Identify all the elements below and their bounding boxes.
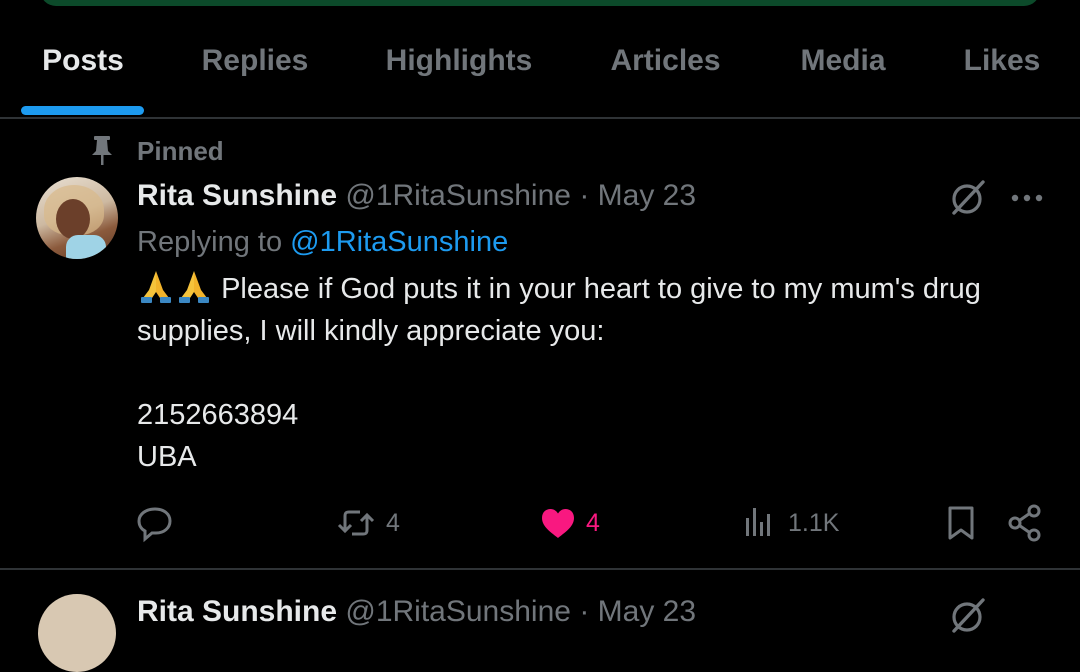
account-number: 2152663894 <box>137 399 299 431</box>
avatar[interactable] <box>36 177 118 259</box>
repost-button[interactable]: 4 <box>336 500 416 546</box>
avatar[interactable] <box>38 594 116 672</box>
views-count: 1.1K <box>788 509 840 537</box>
post-header: Rita Sunshine @1RitaSunshine · May 23 <box>137 592 696 632</box>
tab-highlights[interactable]: Highlights <box>384 38 534 84</box>
tab-media[interactable]: Media <box>796 38 890 84</box>
folded-hands-emoji-icon <box>175 268 213 304</box>
bookmark-button[interactable] <box>944 500 978 546</box>
replying-to-prefix: Replying to <box>137 226 283 258</box>
pin-icon <box>90 136 114 166</box>
pinned-label: Pinned <box>137 136 224 166</box>
post-date[interactable]: May 23 <box>598 179 696 212</box>
display-name[interactable]: Rita Sunshine <box>137 179 337 212</box>
post-text-line: Please if God puts it in your heart to g… <box>137 273 981 347</box>
grok-icon[interactable] <box>948 596 988 636</box>
like-count: 4 <box>586 509 600 537</box>
folded-hands-emoji-icon <box>137 268 175 304</box>
tabs-divider <box>0 117 1080 119</box>
separator-dot: · <box>579 595 590 628</box>
post-header: Rita Sunshine @1RitaSunshine · May 23 <box>137 176 696 216</box>
post-text: Please if God puts it in your heart to g… <box>137 268 1037 478</box>
profile-tabs: Posts Replies Highlights Articles Media … <box>0 0 1080 118</box>
views-button[interactable]: 1.1K <box>744 500 840 546</box>
like-button[interactable]: 4 <box>540 500 612 546</box>
post-date[interactable]: May 23 <box>598 595 696 628</box>
avatar-face <box>56 199 90 239</box>
heart-icon <box>540 500 576 546</box>
display-name[interactable]: Rita Sunshine <box>137 595 337 628</box>
active-tab-indicator <box>21 106 144 115</box>
repost-icon <box>336 500 376 546</box>
post-divider <box>0 568 1080 570</box>
avatar-shirt <box>66 235 106 259</box>
user-handle[interactable]: @1RitaSunshine <box>345 595 571 628</box>
separator-dot: · <box>579 179 590 212</box>
share-button[interactable] <box>1006 500 1044 546</box>
tab-posts[interactable]: Posts <box>40 38 126 84</box>
user-handle[interactable]: @1RitaSunshine <box>345 179 571 212</box>
post-actions: 4 4 1.1K <box>0 500 1080 546</box>
repost-count: 4 <box>386 509 400 537</box>
more-icon[interactable] <box>1008 180 1046 216</box>
tab-replies[interactable]: Replies <box>200 38 310 84</box>
tab-likes[interactable]: Likes <box>962 38 1042 84</box>
replying-to-mention[interactable]: @1RitaSunshine <box>290 226 508 258</box>
tab-articles[interactable]: Articles <box>608 38 723 84</box>
reply-button[interactable] <box>136 500 176 546</box>
replying-to-line: Replying to @1RitaSunshine <box>137 222 508 262</box>
grok-icon[interactable] <box>948 178 988 218</box>
bank-name: UBA <box>137 441 197 473</box>
views-icon <box>744 500 776 546</box>
